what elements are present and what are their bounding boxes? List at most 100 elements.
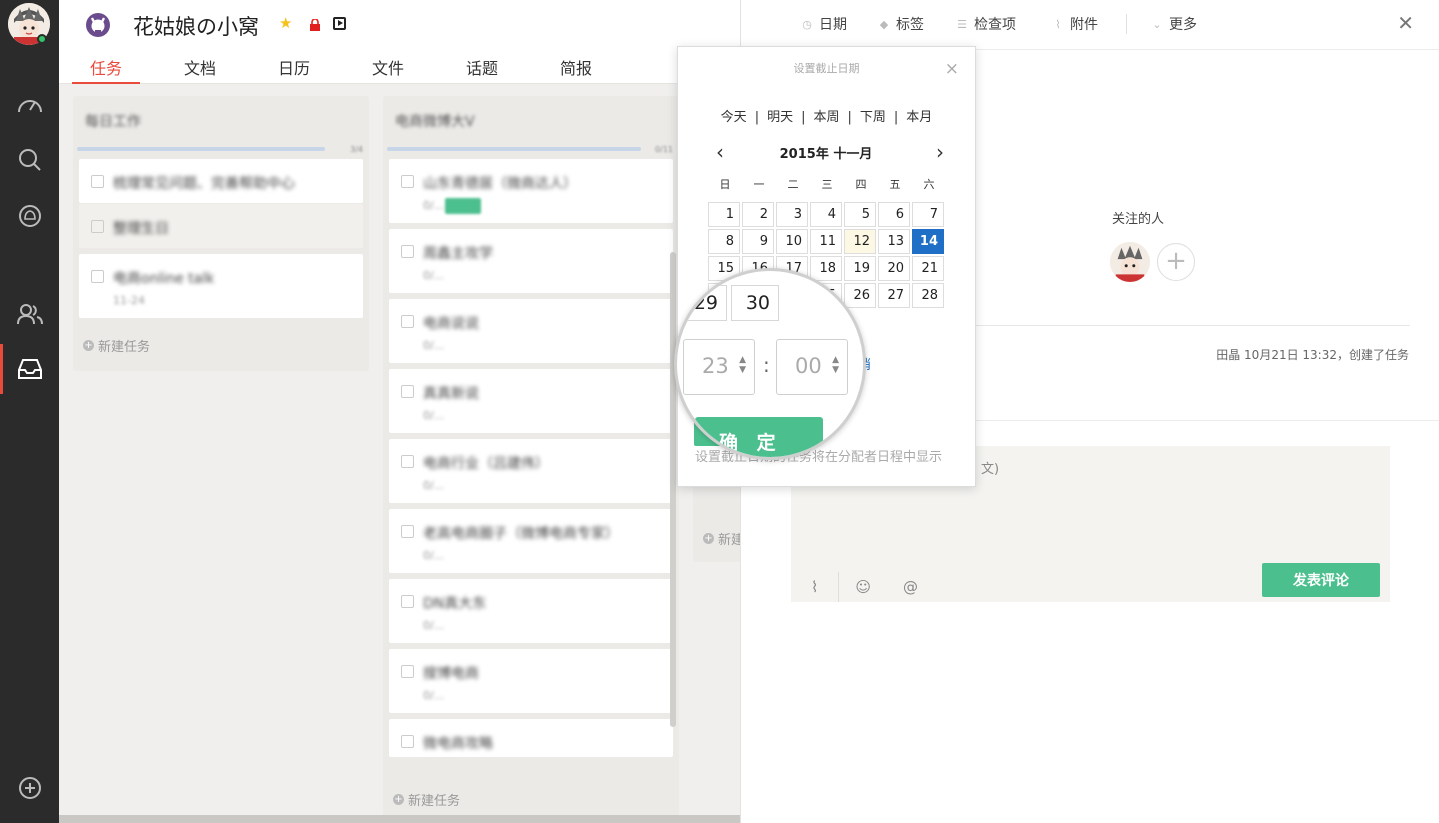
- new-task-button[interactable]: + 新建: [693, 529, 740, 562]
- calendar-day[interactable]: 6: [878, 202, 910, 227]
- inbox-icon[interactable]: [14, 353, 46, 385]
- search-icon[interactable]: [14, 144, 46, 176]
- calendar-day[interactable]: 8: [708, 229, 740, 254]
- project-menu-icon[interactable]: [333, 17, 346, 30]
- tab-briefs[interactable]: 简报: [529, 52, 623, 84]
- task-card[interactable]: 电商online talk 11-24: [79, 254, 363, 318]
- new-task-button[interactable]: + 新建任务: [73, 318, 369, 371]
- toolbar-divider: [1126, 14, 1127, 34]
- calendar-day[interactable]: 21: [912, 256, 944, 281]
- minute-spinner[interactable]: 00 ▲ ▼: [776, 339, 848, 395]
- hour-spinner[interactable]: 23 ▲ ▼: [683, 339, 755, 395]
- calendar-day[interactable]: 28: [912, 283, 944, 308]
- task-board: 每日工作 3/4 梳理常见问题、完善帮助中心 整理生日 电商online tal…: [59, 84, 740, 823]
- calendar-day[interactable]: 5: [844, 202, 876, 227]
- task-card[interactable]: 梳理常见问题、完善帮助中心: [79, 159, 363, 203]
- column-title[interactable]: 每日工作: [73, 96, 369, 131]
- task-checkbox[interactable]: [401, 595, 414, 608]
- close-icon[interactable]: ×: [945, 59, 959, 79]
- tab-topics[interactable]: 话题: [435, 52, 529, 84]
- tab-tasks[interactable]: 任务: [59, 52, 153, 84]
- task-checkbox[interactable]: [91, 270, 104, 283]
- dashboard-icon[interactable]: [14, 88, 46, 120]
- task-checkbox[interactable]: [401, 385, 414, 398]
- task-card[interactable]: 电商行业（吕建伟） 0/...: [389, 439, 673, 503]
- checklist-button[interactable]: ☰ 检查项: [956, 14, 1016, 34]
- calendar-day[interactable]: 4: [810, 202, 842, 227]
- team-icon[interactable]: [14, 298, 46, 330]
- tab-files[interactable]: 文件: [341, 52, 435, 84]
- tag-button[interactable]: ◆ 标签: [878, 14, 924, 34]
- quick-this-week[interactable]: 本周: [813, 106, 839, 125]
- paperclip-icon[interactable]: ⌇: [811, 578, 818, 596]
- task-checkbox[interactable]: [401, 665, 414, 678]
- close-icon[interactable]: ✕: [1397, 11, 1414, 35]
- calendar-day[interactable]: 2: [742, 202, 774, 227]
- task-card[interactable]: DN真大东 0/...: [389, 579, 673, 643]
- task-checkbox[interactable]: [401, 175, 414, 188]
- task-checkbox[interactable]: [401, 315, 414, 328]
- date-button[interactable]: ◷ 日期: [801, 14, 847, 34]
- task-card[interactable]: 搜博电商 0/...: [389, 649, 673, 713]
- add-follower-button[interactable]: +: [1157, 243, 1195, 281]
- calendar-day[interactable]: 20: [878, 256, 910, 281]
- mention-icon[interactable]: @: [903, 578, 918, 596]
- emoji-icon[interactable]: ☺: [855, 578, 871, 596]
- tag-icon: ◆: [879, 17, 889, 31]
- task-column: 每日工作 3/4 梳理常见问题、完善帮助中心 整理生日 电商online tal…: [73, 96, 369, 371]
- calendar-day[interactable]: 13: [878, 229, 910, 254]
- more-button[interactable]: ⌄ 更多: [1151, 14, 1197, 34]
- quick-this-month[interactable]: 本月: [906, 106, 932, 125]
- calendar-day[interactable]: 1: [708, 202, 740, 227]
- calendar-day[interactable]: 3: [776, 202, 808, 227]
- tab-calendar[interactable]: 日历: [247, 52, 341, 84]
- spinner-arrows-icon[interactable]: ▲ ▼: [739, 355, 746, 375]
- calendar-day[interactable]: 26: [844, 283, 876, 308]
- confirm-button-magnified[interactable]: 确 定: [695, 417, 823, 457]
- task-card[interactable]: 老高电商圈子（微博电商专家） 0/...: [389, 509, 673, 573]
- column-scrollbar[interactable]: [670, 252, 676, 727]
- add-icon[interactable]: [14, 772, 46, 804]
- calendar-day[interactable]: 30: [731, 285, 779, 321]
- calendar-day[interactable]: 9: [742, 229, 774, 254]
- task-checkbox[interactable]: [401, 245, 414, 258]
- follower-avatar[interactable]: [1110, 242, 1150, 282]
- calendar-day[interactable]: 7: [912, 202, 944, 227]
- task-card[interactable]: 真真新说 0/...: [389, 369, 673, 433]
- task-card[interactable]: 微电商攻略: [389, 719, 673, 757]
- calendar-day[interactable]: 29: [677, 285, 727, 321]
- plus-icon: +: [83, 340, 94, 351]
- tab-docs[interactable]: 文档: [153, 52, 247, 84]
- task-checkbox[interactable]: [91, 220, 104, 233]
- task-label: [445, 198, 481, 214]
- calendar-day[interactable]: 14: [912, 229, 944, 254]
- spinner-arrows-icon[interactable]: ▲ ▼: [832, 355, 839, 375]
- notifications-icon[interactable]: [14, 200, 46, 232]
- attachment-button[interactable]: ⌇ 附件: [1052, 14, 1098, 34]
- calendar-day[interactable]: 11: [810, 229, 842, 254]
- quick-today[interactable]: 今天: [721, 106, 747, 125]
- task-card[interactable]: 山东青德居（微商达人） 0/...: [389, 159, 673, 223]
- calendar-day[interactable]: 18: [810, 256, 842, 281]
- month-label: 2015年 十一月: [779, 147, 873, 162]
- task-checkbox[interactable]: [401, 735, 414, 748]
- star-icon[interactable]: ★: [279, 14, 292, 32]
- task-checkbox[interactable]: [91, 175, 104, 188]
- task-card[interactable]: 整理生日: [79, 204, 363, 248]
- calendar-day[interactable]: 10: [776, 229, 808, 254]
- plus-icon: +: [703, 533, 714, 544]
- task-checkbox[interactable]: [401, 455, 414, 468]
- quick-next-week[interactable]: 下周: [860, 106, 886, 125]
- publish-comment-button[interactable]: 发表评论: [1262, 563, 1380, 597]
- calendar-day[interactable]: 19: [844, 256, 876, 281]
- calendar-day[interactable]: 27: [878, 283, 910, 308]
- column-title[interactable]: 电商微博大V: [383, 96, 679, 131]
- task-checkbox[interactable]: [401, 525, 414, 538]
- task-card[interactable]: 周鑫主攻学 0/...: [389, 229, 673, 293]
- board-horizontal-scrollbar[interactable]: [59, 815, 740, 823]
- task-card[interactable]: 电商说说 0/...: [389, 299, 673, 363]
- chevron-right-icon[interactable]: ›: [936, 140, 944, 164]
- calendar-day[interactable]: 12: [844, 229, 876, 254]
- quick-tomorrow[interactable]: 明天: [767, 106, 793, 125]
- left-rail: [0, 0, 59, 823]
